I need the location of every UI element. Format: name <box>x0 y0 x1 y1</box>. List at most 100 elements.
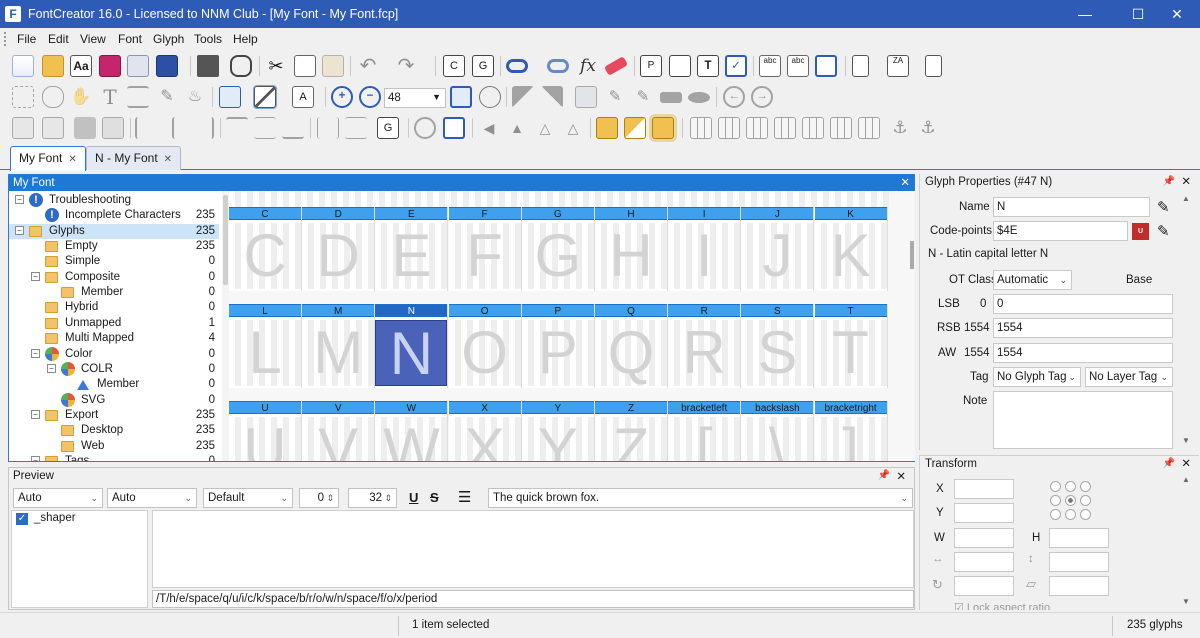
close-button[interactable]: ✕ <box>1154 0 1200 28</box>
tree-item[interactable]: − Tags 0 <box>9 454 219 461</box>
zoom-in-icon[interactable]: + <box>331 86 353 108</box>
glyph-cell[interactable]: RR <box>668 304 742 388</box>
edit-metrics-icon[interactable] <box>669 55 691 77</box>
open-folder-icon[interactable] <box>42 55 64 77</box>
next-glyph-icon[interactable]: → <box>751 86 773 108</box>
anchor-point[interactable] <box>1080 509 1091 520</box>
glyph-cell[interactable]: LL <box>229 304 302 388</box>
properties-scrollbar[interactable]: ▲ ▼ <box>1182 194 1192 446</box>
anchor-point[interactable] <box>1080 481 1091 492</box>
scrollbar-thumb[interactable] <box>910 241 914 269</box>
scroll-down-icon[interactable]: ▼ <box>1182 597 1190 606</box>
tree-item[interactable]: Unmapped 1 <box>9 316 219 331</box>
glyph-cell[interactable]: QQ <box>595 304 668 388</box>
subtract-icon[interactable] <box>649 114 677 142</box>
rotate-left-icon[interactable]: △ <box>534 117 556 139</box>
glyph-cell[interactable]: MM <box>302 304 376 388</box>
fit-to-window-icon[interactable] <box>450 86 472 108</box>
glyph-sequence-field[interactable]: /T/h/e/space/q/u/i/c/k/space/b/r/o/w/n/s… <box>152 590 914 608</box>
stepper-arrows-icon[interactable]: ⇕ <box>384 489 392 507</box>
align-center-icon[interactable] <box>172 117 194 139</box>
tree-item[interactable]: − Color 0 <box>9 346 219 362</box>
cut-icon[interactable]: ✂ <box>265 55 287 77</box>
previous-glyph-icon[interactable]: ← <box>723 86 745 108</box>
install-font-icon[interactable] <box>815 55 837 77</box>
save-all-icon[interactable] <box>127 55 149 77</box>
menu-file[interactable]: File <box>17 32 36 46</box>
sort-icon[interactable]: ZA <box>887 55 909 77</box>
preview-text-input[interactable]: The quick brown fox. ⌄ <box>488 488 913 508</box>
menu-view[interactable]: View <box>80 32 106 46</box>
transform-panel-icon[interactable] <box>443 117 465 139</box>
glyph-cell[interactable]: TT <box>814 304 888 388</box>
glyph-cell[interactable]: WW <box>375 401 449 461</box>
scale-height-field[interactable] <box>1049 552 1109 572</box>
abc-web-icon[interactable]: abc <box>787 55 809 77</box>
corner-icon[interactable] <box>512 86 534 108</box>
layer-tag-select[interactable]: No Layer Tag ⌄ <box>1085 367 1173 387</box>
grid-scrollbar[interactable] <box>909 191 915 461</box>
group-icon[interactable] <box>12 117 34 139</box>
tree-scrollbar[interactable] <box>222 191 229 461</box>
tree-item[interactable]: −! Troubleshooting <box>9 193 219 208</box>
ungroup-icon[interactable] <box>42 117 64 139</box>
print-icon[interactable] <box>197 55 219 77</box>
font-size-icon[interactable]: A <box>292 86 314 108</box>
menu-edit[interactable]: Edit <box>48 32 69 46</box>
tree-item[interactable]: SVG 0 <box>9 392 219 408</box>
new-font-icon[interactable] <box>12 55 34 77</box>
menu-font[interactable]: Font <box>118 32 142 46</box>
glyph-properties-icon[interactable]: P <box>640 55 662 77</box>
language-select[interactable]: Auto ⌄ <box>107 488 197 508</box>
glyph-cell[interactable]: XX <box>448 401 522 461</box>
menu-tools[interactable]: Tools <box>194 32 222 46</box>
grid-4-icon[interactable] <box>774 117 796 139</box>
scroll-up-icon[interactable]: ▲ <box>1182 475 1190 484</box>
menu-glyph[interactable]: Glyph <box>153 32 184 46</box>
tree-item[interactable]: Simple 0 <box>9 254 219 269</box>
report-icon[interactable] <box>925 55 942 77</box>
minimize-button[interactable]: — <box>1062 0 1108 28</box>
background-image-icon[interactable] <box>219 86 241 108</box>
glyph-cell[interactable]: DD <box>302 207 376 291</box>
stepper-arrows-icon[interactable]: ⇕ <box>326 489 334 507</box>
eraser-icon[interactable] <box>603 56 629 76</box>
zoom-selection-icon[interactable] <box>479 86 501 108</box>
intersect-icon[interactable] <box>624 117 646 139</box>
ellipse-icon[interactable] <box>688 92 710 103</box>
name-field[interactable]: N <box>993 197 1150 217</box>
scale-width-field[interactable] <box>954 552 1014 572</box>
glyph-cell[interactable]: CC <box>229 207 302 291</box>
glyph-cell[interactable]: NN <box>375 304 449 388</box>
hatch-fill-icon[interactable] <box>253 85 277 109</box>
tree-item[interactable]: Member 0 <box>9 285 219 300</box>
glyph-cell[interactable]: SS <box>741 304 815 388</box>
zoom-out-icon[interactable]: − <box>359 86 381 108</box>
align-left-icon[interactable] <box>135 117 157 139</box>
lasso-icon[interactable] <box>42 86 64 108</box>
tree-item[interactable]: Multi Mapped 4 <box>9 331 219 346</box>
anchor-point[interactable] <box>1080 495 1091 506</box>
glyph-cell[interactable]: EE <box>375 207 449 291</box>
flip-left-icon[interactable]: ◀ <box>478 117 500 139</box>
close-panel-icon[interactable]: ✕ <box>1181 174 1191 190</box>
link-icon[interactable] <box>506 59 528 73</box>
anchor-point[interactable] <box>1050 509 1061 520</box>
select-rect-icon[interactable] <box>12 86 34 108</box>
grid-6-icon[interactable] <box>830 117 852 139</box>
lsb-field[interactable]: 0 <box>993 294 1173 314</box>
grid-5-icon[interactable] <box>802 117 824 139</box>
underline-icon[interactable]: U <box>409 490 418 505</box>
height-field[interactable] <box>1049 528 1109 548</box>
ot-class-select[interactable]: Automatic ⌄ <box>993 270 1072 290</box>
new-document-icon[interactable] <box>852 55 869 77</box>
rotate-field[interactable] <box>954 576 1014 596</box>
scroll-up-icon[interactable]: ▲ <box>1182 194 1190 203</box>
insert-glyph-icon[interactable]: G <box>472 55 494 77</box>
find-binoculars-icon[interactable] <box>230 55 252 77</box>
anchor-point[interactable] <box>1065 509 1076 520</box>
close-panel-icon[interactable]: ✕ <box>896 469 906 483</box>
font-preview-icon[interactable]: Aa <box>70 55 92 77</box>
glyph-cell[interactable]: ZZ <box>595 401 668 461</box>
transform-scrollbar[interactable]: ▲ ▼ <box>1182 475 1192 607</box>
